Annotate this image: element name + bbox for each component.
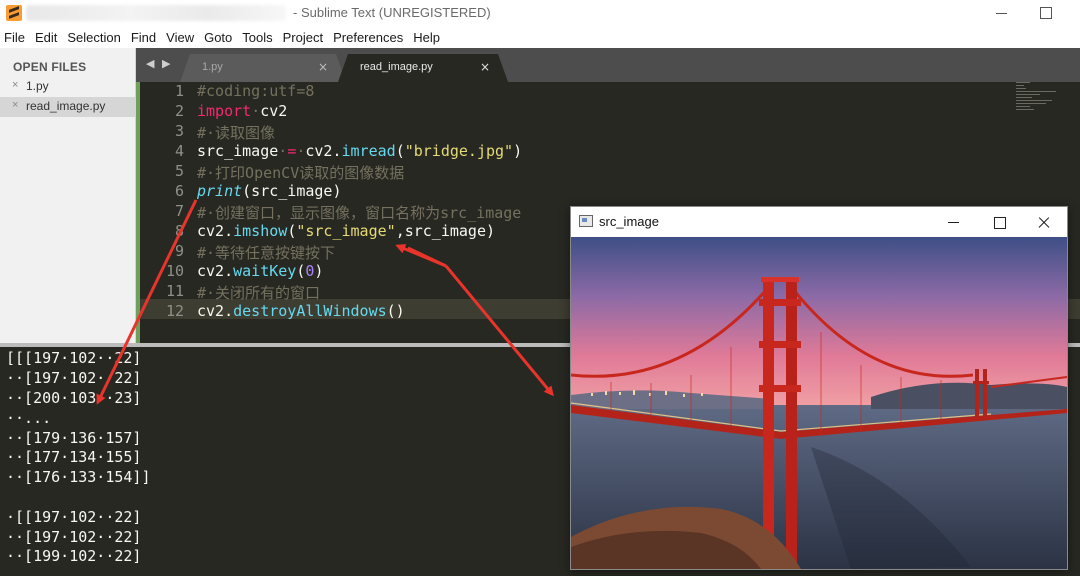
line-number: 8 (174, 222, 184, 240)
console-line: ··... (6, 409, 52, 427)
tab-strip: ◀ ▶ 1.py × read_image.py × (136, 48, 1080, 82)
line-number: 12 (165, 302, 184, 320)
sidebar-item-label: 1.py (26, 79, 49, 93)
line-number: 10 (165, 262, 184, 280)
code-line: #·打印OpenCV读取的图像数据 (197, 164, 405, 182)
close-icon[interactable]: × (318, 60, 328, 74)
console-line: ··[197·102··22] (6, 528, 142, 546)
image-window-title: src_image (599, 214, 659, 229)
tab-1py[interactable]: 1.py × (180, 54, 346, 82)
console-line: ··[197·102··22] (6, 369, 142, 387)
code-line: cv2.waitKey(0) (197, 262, 324, 280)
close-icon[interactable]: × (12, 99, 18, 111)
golden-gate-bridge-photo (571, 237, 1067, 569)
menu-goto[interactable]: Goto (204, 30, 238, 45)
window-title: - Sublime Text (UNREGISTERED) (293, 5, 491, 20)
code-line: import·cv2 (197, 102, 288, 120)
line-number: 3 (174, 122, 184, 140)
line-number: 11 (165, 282, 184, 300)
sidebar-item-label: read_image.py (26, 99, 106, 113)
sidebar: OPEN FILES × 1.py × read_image.py (0, 48, 136, 344)
code-line: cv2.destroyAllWindows() (197, 302, 405, 320)
code-line: src_image·=·cv2.imread("bridge.jpg") (197, 142, 523, 160)
code-line: #coding:utf=8 (197, 82, 315, 100)
close-button[interactable] (1033, 212, 1055, 232)
menu-help[interactable]: Help (413, 30, 446, 45)
open-files-header: OPEN FILES (13, 60, 87, 74)
console-line: [[[197·102··22] (6, 349, 142, 367)
line-number: 6 (174, 182, 184, 200)
minimize-button[interactable] (943, 212, 965, 232)
title-bar: - Sublime Text (UNREGISTERED) (0, 0, 1080, 26)
console-line: ··[200·103··23] (6, 389, 142, 407)
close-icon[interactable]: × (12, 79, 18, 91)
menu-bar: File Edit Selection Find View Goto Tools… (0, 26, 1080, 48)
console-line: ··[176·133·154]] (6, 468, 151, 486)
image-window-icon (579, 215, 593, 227)
code-line: #·读取图像 (197, 124, 276, 142)
menu-file[interactable]: File (4, 30, 31, 45)
line-number: 9 (174, 242, 184, 260)
console-line: ··[177·134·155] (6, 448, 142, 466)
code-line: cv2.imshow("src_image",src_image) (197, 222, 496, 240)
code-line: #·关闭所有的窗口 (197, 284, 321, 302)
tab-read-image[interactable]: read_image.py × (338, 54, 508, 82)
tab-label: read_image.py (360, 61, 433, 73)
console-line: ··[199·102··22] (6, 547, 142, 565)
line-number: 4 (174, 142, 184, 160)
menu-edit[interactable]: Edit (35, 30, 63, 45)
menu-find[interactable]: Find (131, 30, 162, 45)
minimap[interactable] (1016, 82, 1062, 112)
sublime-logo-icon (6, 5, 22, 21)
menu-preferences[interactable]: Preferences (333, 30, 409, 45)
line-number: 1 (174, 82, 184, 100)
line-number: 5 (174, 162, 184, 180)
sidebar-item-read-image[interactable]: × read_image.py (0, 97, 136, 117)
menu-view[interactable]: View (166, 30, 200, 45)
code-line: #·等待任意按键按下 (197, 244, 336, 262)
maximize-button[interactable] (988, 212, 1010, 232)
tab-nav-arrows-icon[interactable]: ◀ ▶ (146, 57, 172, 70)
opencv-image-window[interactable]: src_image (570, 206, 1068, 570)
console-line: ··[179·136·157] (6, 429, 142, 447)
menu-project[interactable]: Project (283, 30, 329, 45)
code-line: print(src_image) (197, 182, 342, 200)
image-window-title-bar[interactable]: src_image (571, 207, 1067, 237)
line-number: 2 (174, 102, 184, 120)
line-number-gutter: 1 2 3 4 5 6 7 8 9 10 11 12 (140, 82, 192, 344)
close-icon[interactable]: × (480, 60, 490, 74)
minimize-button[interactable] (992, 3, 1012, 21)
redacted-file-path (26, 5, 286, 21)
line-number: 7 (174, 202, 184, 220)
menu-selection[interactable]: Selection (67, 30, 126, 45)
tab-label: 1.py (202, 61, 223, 73)
sidebar-item-1py[interactable]: × 1.py (0, 77, 136, 97)
maximize-button[interactable] (1036, 3, 1056, 21)
code-line: #·创建窗口，显示图像，窗口名称为src_image (197, 204, 522, 222)
menu-tools[interactable]: Tools (242, 30, 278, 45)
console-line: ·[[197·102··22] (6, 508, 142, 526)
